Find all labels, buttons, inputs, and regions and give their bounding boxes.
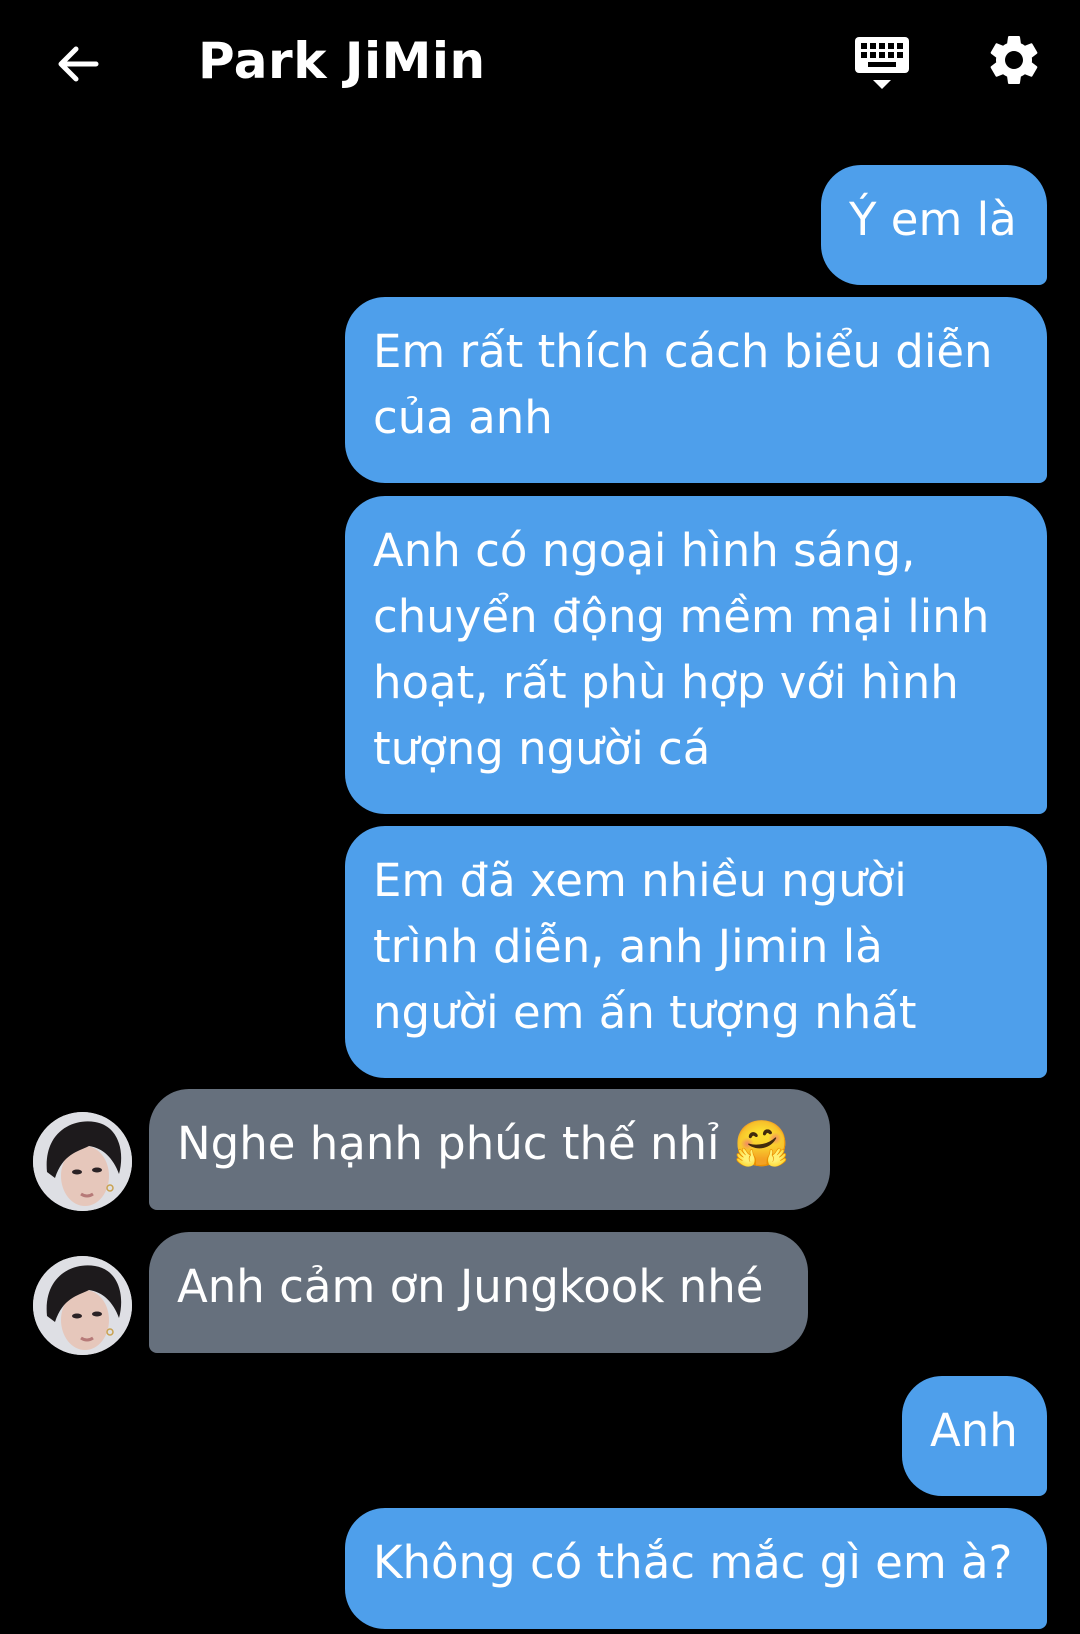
keyboard-icon — [855, 37, 909, 89]
message-outgoing[interactable]: Không có thắc mắc gì em à? — [345, 1508, 1047, 1629]
contact-name: Park JiMin — [198, 32, 486, 90]
gear-icon — [990, 35, 1038, 84]
message-outgoing[interactable]: Anh có ngoại hình sáng, chuyển động mềm … — [345, 496, 1047, 814]
settings-button[interactable] — [984, 30, 1044, 90]
avatar[interactable] — [33, 1256, 132, 1355]
message-outgoing[interactable]: Ý em là — [821, 165, 1047, 285]
message-outgoing[interactable]: Em rất thích cách biểu diễn của anh — [345, 297, 1047, 483]
avatar[interactable] — [33, 1112, 132, 1211]
arrow-left-icon — [58, 46, 99, 82]
message-outgoing[interactable]: Em đã xem nhiều người trình diễn, anh Ji… — [345, 826, 1047, 1078]
avatar-image — [33, 1112, 132, 1211]
keyboard-button[interactable] — [852, 34, 912, 94]
message-incoming[interactable]: Anh cảm ơn Jungkook nhé — [149, 1232, 808, 1353]
message-incoming[interactable]: Nghe hạnh phúc thế nhỉ 🤗 — [149, 1089, 830, 1210]
chat-header: Park JiMin — [0, 0, 1080, 130]
message-outgoing[interactable]: Anh — [902, 1376, 1047, 1496]
back-button[interactable] — [50, 36, 106, 92]
avatar-image — [33, 1256, 132, 1355]
